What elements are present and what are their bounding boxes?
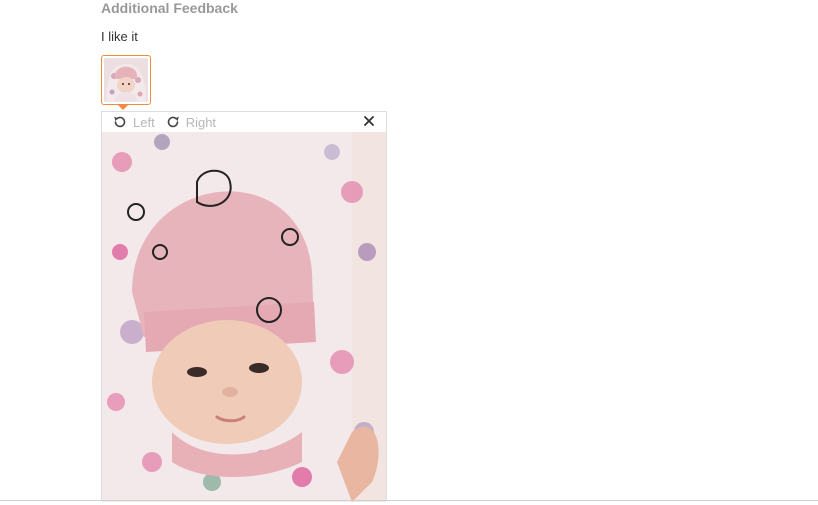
rotate-right-icon <box>165 114 181 130</box>
thumbnail-picture <box>104 58 148 102</box>
baby-photo <box>102 132 386 502</box>
rotate-right-label: Right <box>185 114 217 130</box>
image-viewer: Left Right <box>101 111 387 502</box>
rotate-left-label: Left <box>133 114 155 130</box>
rotate-left-icon <box>112 114 128 130</box>
thumbnail-pointer <box>117 104 129 110</box>
bottom-divider <box>0 500 818 501</box>
viewer-photo <box>102 132 386 502</box>
rotate-left-button[interactable]: Left <box>112 114 155 130</box>
close-button[interactable] <box>362 114 376 128</box>
photo-thumbnail[interactable] <box>101 55 151 105</box>
thumbnail-image <box>104 58 148 102</box>
rotate-right-button[interactable]: Right <box>165 114 216 130</box>
feedback-text: I like it <box>101 29 138 44</box>
viewer-toolbar: Left Right <box>102 112 386 132</box>
section-title: Additional Feedback <box>101 0 238 16</box>
close-icon <box>362 115 376 132</box>
